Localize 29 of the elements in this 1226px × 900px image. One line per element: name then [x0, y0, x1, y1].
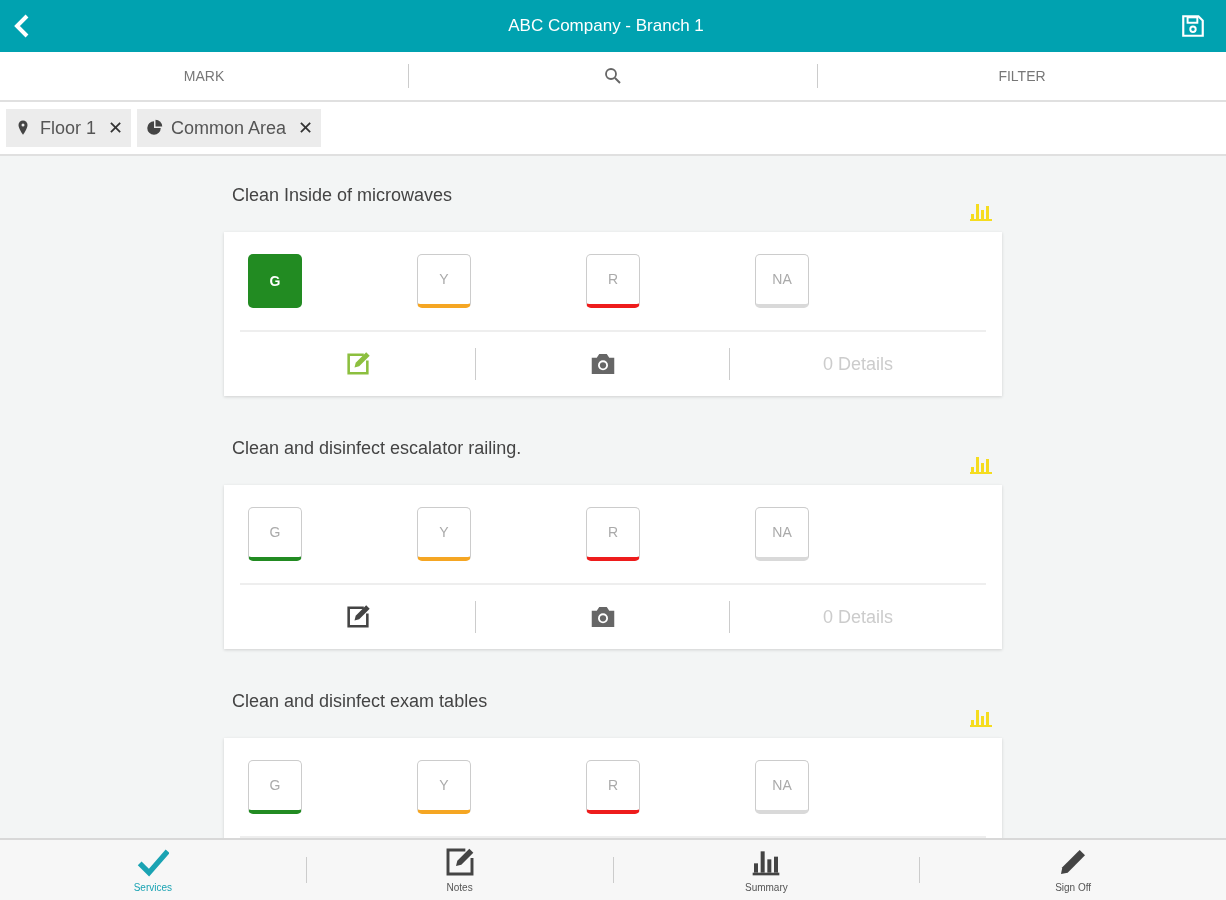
mark-button[interactable]: MARK: [183, 65, 225, 87]
item-title: Clean and disinfect exam tables: [232, 690, 488, 713]
rating-button[interactable]: NA: [755, 507, 809, 561]
pie-chart-icon: [145, 119, 164, 137]
nav-tab[interactable]: Notes: [306, 845, 613, 895]
window-title: ABC Company - Branch 1: [508, 15, 704, 38]
search-icon[interactable]: [604, 67, 622, 85]
rating-button[interactable]: Y: [417, 760, 471, 814]
chip-label: Common Area: [171, 116, 287, 140]
rating-button[interactable]: NA: [755, 254, 809, 308]
rating-button[interactable]: G: [248, 760, 302, 814]
remove-button[interactable]: ✕: [108, 114, 124, 142]
filter-button[interactable]: FILTER: [998, 65, 1046, 87]
item-title: Clean and disinfect escalator railing.: [232, 437, 522, 460]
rating-button[interactable]: R: [586, 254, 640, 308]
item-title: Clean Inside of microwaves: [232, 184, 453, 207]
rating-button[interactable]: G: [248, 507, 302, 561]
rating-button[interactable]: NA: [755, 760, 809, 814]
nav-tab[interactable]: Services: [0, 845, 306, 895]
nav-tab[interactable]: Sign Off: [920, 845, 1226, 895]
remove-button[interactable]: ✕: [298, 114, 314, 142]
save-icon[interactable]: [1180, 13, 1206, 39]
rating-button[interactable]: Y: [417, 254, 471, 308]
rating-button[interactable]: R: [586, 507, 640, 561]
chip-label: Floor 1: [40, 116, 97, 140]
rating-button[interactable]: Y: [417, 507, 471, 561]
rating-button[interactable]: R: [586, 760, 640, 814]
rating-button[interactable]: G: [248, 254, 302, 308]
nav-tab[interactable]: Summary: [613, 845, 920, 895]
